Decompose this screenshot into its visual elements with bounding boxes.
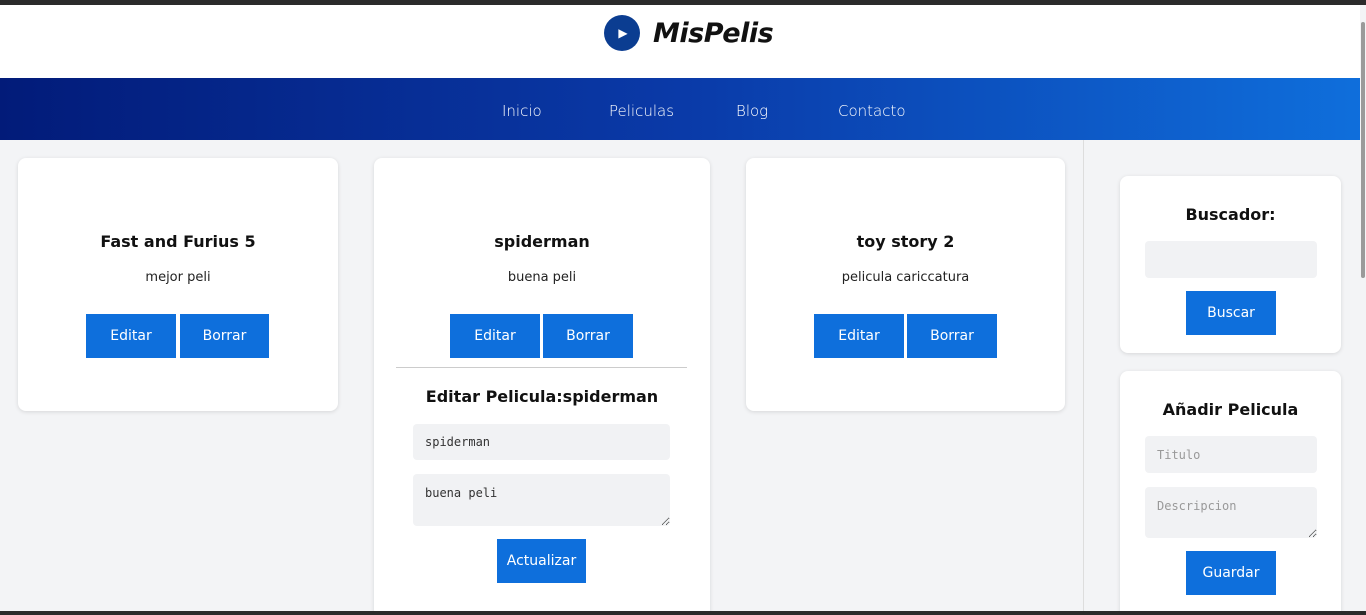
- divider: [396, 367, 687, 368]
- movie-description: mejor peli: [145, 270, 211, 285]
- edit-button[interactable]: Editar: [86, 314, 176, 358]
- delete-button[interactable]: Borrar: [543, 314, 633, 358]
- search-title: Buscador:: [1185, 205, 1276, 224]
- nav-item-blog[interactable]: Blog: [736, 102, 768, 120]
- title-input[interactable]: [1145, 436, 1317, 473]
- movie-description: buena peli: [507, 270, 577, 285]
- search-widget: Buscador: Buscar: [1120, 176, 1341, 353]
- brand-logo[interactable]: ▶ MisPelis: [604, 15, 774, 51]
- search-input[interactable]: [1145, 241, 1317, 278]
- nav-item-contacto[interactable]: Contacto: [838, 102, 906, 120]
- movie-title: Fast and Furius 5: [100, 232, 256, 251]
- edit-button[interactable]: Editar: [450, 314, 540, 358]
- site-header: ▶ MisPelis: [0, 5, 1366, 78]
- edit-title-input[interactable]: [413, 424, 670, 460]
- sidebar-divider: [1083, 140, 1084, 615]
- add-movie-widget: Añadir Pelicula Guardar: [1120, 371, 1341, 615]
- update-button[interactable]: Actualizar: [497, 539, 586, 583]
- delete-button[interactable]: Borrar: [180, 314, 269, 358]
- search-button[interactable]: Buscar: [1186, 291, 1276, 335]
- movie-card: toy story 2 pelicula cariccatura Editar …: [746, 158, 1065, 411]
- movie-card: spiderman buena peli Editar Borrar Edita…: [374, 158, 710, 615]
- edit-form-title: Editar Pelicula:spiderman: [425, 387, 659, 406]
- movie-title: toy story 2: [856, 232, 955, 251]
- add-movie-title: Añadir Pelicula: [1162, 400, 1299, 419]
- delete-button[interactable]: Borrar: [907, 314, 997, 358]
- window-bottom-edge: [0, 611, 1366, 615]
- movie-description: pelicula cariccatura: [841, 270, 970, 285]
- scrollbar-thumb[interactable]: [1361, 22, 1365, 278]
- play-icon: ▶: [604, 15, 640, 51]
- edit-button[interactable]: Editar: [814, 314, 904, 358]
- save-button[interactable]: Guardar: [1186, 551, 1276, 595]
- nav-item-peliculas[interactable]: Peliculas: [609, 102, 674, 120]
- description-textarea[interactable]: [1145, 487, 1317, 538]
- edit-description-textarea[interactable]: buena peli: [413, 474, 670, 526]
- nav-item-inicio[interactable]: Inicio: [502, 102, 542, 120]
- movie-title: spiderman: [494, 232, 590, 251]
- main-nav: Inicio Peliculas Blog Contacto: [0, 78, 1366, 140]
- movie-card: Fast and Furius 5 mejor peli Editar Borr…: [18, 158, 338, 411]
- brand-name: MisPelis: [653, 17, 774, 49]
